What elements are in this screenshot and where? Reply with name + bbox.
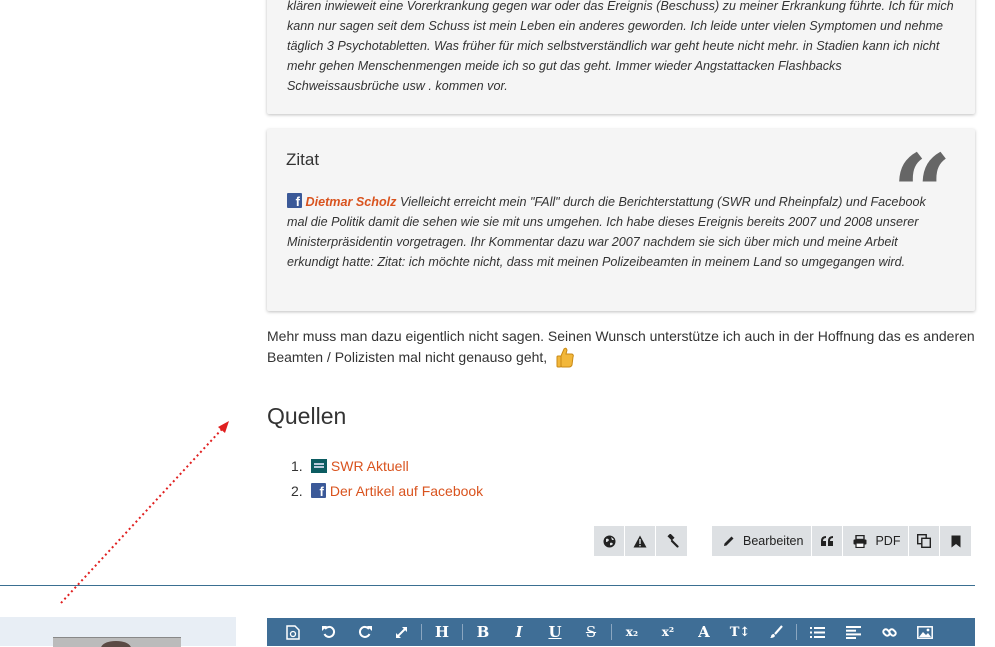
strikethrough-icon: S (585, 623, 597, 641)
list-item: 2. f Der Artikel auf Facebook (291, 481, 483, 506)
list-icon (809, 626, 825, 638)
bold-icon: B (476, 623, 490, 641)
toolbar-separator (462, 624, 463, 640)
conclusion-text: Mehr muss man dazu eigentlich nicht sage… (267, 328, 975, 365)
edit-button[interactable]: Bearbeiten (712, 526, 813, 556)
facebook-icon: f (287, 193, 302, 208)
underline-button[interactable]: U (537, 618, 573, 646)
copy-icon (917, 534, 932, 548)
font-size-button[interactable]: T↕ (722, 618, 758, 646)
link-icon (881, 627, 897, 637)
align-icon (845, 625, 861, 639)
superscript-button[interactable]: x² (650, 618, 686, 646)
redo-button[interactable] (347, 618, 383, 646)
list-item: 1. SWR Aktuell (291, 456, 483, 481)
image-icon (917, 625, 933, 639)
toolbar-separator (796, 624, 797, 640)
fullscreen-icon (395, 626, 407, 638)
quote-1-text: klären inwieweit eine Vorerkrankung gege… (287, 0, 954, 93)
swr-icon (310, 459, 327, 473)
toolbar-separator (421, 624, 422, 640)
undo-button[interactable] (311, 618, 347, 646)
list-number: 2. (291, 483, 303, 499)
font-color-button[interactable]: A (686, 618, 722, 646)
list-number: 1. (291, 458, 303, 474)
pdf-button[interactable]: PDF (843, 526, 910, 556)
thumbs-up-icon (556, 347, 574, 368)
quote-title: Zitat (286, 150, 320, 169)
list-button[interactable] (799, 618, 835, 646)
source-link-facebook[interactable]: Der Artikel auf Facebook (330, 483, 483, 499)
font-size-icon: T↕ (729, 624, 751, 640)
underline-icon: U (548, 623, 562, 641)
bookmark-button[interactable] (940, 526, 972, 556)
align-button[interactable] (835, 618, 871, 646)
globe-button[interactable] (594, 526, 625, 556)
italic-icon: I (515, 623, 523, 641)
link-button[interactable] (871, 618, 907, 646)
brush-button[interactable] (758, 618, 794, 646)
article-tools-right: Bearbeiten PDF (712, 526, 972, 556)
pencil-icon (724, 536, 734, 546)
strikethrough-button[interactable]: S (573, 618, 609, 646)
bookmark-icon (951, 535, 961, 547)
quote-icon (820, 535, 833, 546)
report-button[interactable] (625, 526, 656, 556)
source-button[interactable] (275, 618, 311, 646)
brush-icon (770, 625, 783, 638)
quote-author-link[interactable]: Dietmar Scholz (306, 195, 397, 209)
redo-icon (358, 625, 372, 638)
section-divider (0, 585, 975, 586)
font-color-icon: A (698, 623, 710, 641)
copy-button[interactable] (909, 526, 941, 556)
editor-toolbar: H B I U S x₂ x² A T↕ (267, 618, 975, 646)
image-button[interactable] (907, 618, 943, 646)
subscript-icon: x₂ (625, 625, 639, 639)
source-link-swr[interactable]: SWR Aktuell (331, 458, 409, 474)
gavel-icon (666, 534, 679, 548)
quote-button[interactable] (812, 526, 844, 556)
quote-body: f Dietmar Scholz Vielleicht erreicht mei… (287, 192, 939, 272)
globe-icon (603, 535, 615, 547)
gavel-button[interactable] (656, 526, 687, 556)
undo-icon (322, 625, 336, 638)
toolbar-separator (611, 624, 612, 640)
source-icon (286, 624, 300, 640)
edit-label: Bearbeiten (743, 534, 804, 548)
subscript-button[interactable]: x₂ (614, 618, 650, 646)
italic-button[interactable]: I (501, 618, 537, 646)
print-icon (853, 534, 867, 548)
superscript-icon: x² (661, 625, 675, 639)
fullscreen-button[interactable] (383, 618, 419, 646)
pdf-label: PDF (875, 534, 901, 548)
quote-box-2: Zitat “ f Dietmar Scholz Vielleicht erre… (267, 129, 975, 311)
sources-list: 1. SWR Aktuell 2. f Der Artikel auf Faceb… (291, 456, 483, 506)
quote-box-1: klären inwieweit eine Vorerkrankung gege… (267, 0, 975, 114)
warning-icon (633, 535, 647, 547)
heading-button[interactable]: H (424, 618, 460, 646)
article-tools-left (594, 526, 687, 556)
facebook-icon: f (310, 483, 326, 498)
sources-heading: Quellen (267, 403, 347, 429)
heading-icon: H (434, 623, 450, 641)
bold-button[interactable]: B (465, 618, 501, 646)
conclusion-paragraph: Mehr muss man dazu eigentlich nicht sage… (267, 326, 982, 368)
